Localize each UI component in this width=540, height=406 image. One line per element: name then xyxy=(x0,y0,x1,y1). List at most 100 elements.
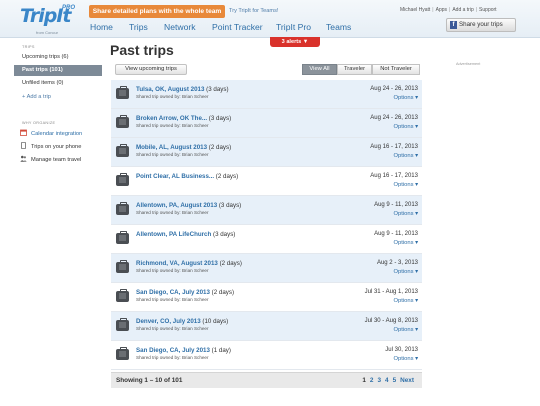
trip-row[interactable]: San Diego, CA, July 2013 (2 days) Shared… xyxy=(111,283,422,312)
sidebar-item-upcoming-trips[interactable]: Upcoming trips (6) xyxy=(14,52,102,63)
manage-team-travel-link[interactable]: Manage team travel xyxy=(20,155,81,163)
facebook-icon: f xyxy=(450,21,457,29)
pagination-bar: Showing 1 – 10 of 101 1 2 3 4 5 Next xyxy=(111,372,422,388)
trip-dates: Aug 9 - 11, 2013 xyxy=(374,202,418,208)
sidebar-item-past-trips[interactable]: Past trips (101) xyxy=(14,65,102,76)
trip-options-menu[interactable]: Options ▾ xyxy=(394,182,419,188)
trip-link[interactable]: San Diego, CA, July 2013 xyxy=(136,347,210,354)
tab-home[interactable]: Home xyxy=(90,22,113,32)
trip-owner: Shared trip owned by: Brian Scheer xyxy=(136,123,209,128)
view-upcoming-trips-button[interactable]: View upcoming trips xyxy=(115,64,187,75)
trip-owner: Shared trip owned by: Brian Scheer xyxy=(136,326,209,331)
trip-link[interactable]: Denver, CO, July 2013 xyxy=(136,318,201,325)
trips-on-phone-link[interactable]: Trips on your phone xyxy=(20,141,82,150)
tab-trips[interactable]: Trips xyxy=(129,22,148,32)
share-trips-label: Share your trips xyxy=(459,21,503,28)
trip-name: Allentown, PA, August 2013 (3 days) xyxy=(136,202,241,209)
filter-traveler[interactable]: Traveler xyxy=(337,64,372,75)
trip-row[interactable]: Denver, CO, July 2013 (10 days) Shared t… xyxy=(111,312,422,341)
trip-duration: (2 days) xyxy=(208,144,232,151)
trip-owner: Shared trip owned by: Brian Scheer xyxy=(136,268,209,273)
phone-icon xyxy=(20,141,27,150)
trip-duration: (10 days) xyxy=(202,318,229,325)
trip-owner: Shared trip owned by: Brian Scheer xyxy=(136,152,209,157)
support-link[interactable]: Support xyxy=(479,7,497,13)
trip-options-menu[interactable]: Options ▾ xyxy=(394,327,419,333)
trip-row[interactable]: Mobile, AL, August 2013 (2 days) Shared … xyxy=(111,138,422,167)
page-1[interactable]: 1 xyxy=(362,377,366,384)
pager: 1 2 3 4 5 Next xyxy=(358,377,414,384)
trip-row[interactable]: Point Clear, AL Business... (2 days) Aug… xyxy=(111,167,422,196)
organize-section-label: WHY ORGANIZE xyxy=(22,121,56,125)
suitcase-icon xyxy=(116,115,129,128)
calendar-integration-link[interactable]: Calendar integration xyxy=(20,129,82,137)
manage-team-travel-label: Manage team travel xyxy=(31,157,82,163)
suitcase-icon xyxy=(116,86,129,99)
trip-options-menu[interactable]: Options ▾ xyxy=(394,240,419,246)
page-4[interactable]: 4 xyxy=(385,377,389,384)
top-header: TripIt PRO from Concur Share detailed pl… xyxy=(0,0,540,38)
trip-link[interactable]: Mobile, AL, August 2013 xyxy=(136,144,207,151)
trip-link[interactable]: Broken Arrow, OK The... xyxy=(136,115,207,122)
trip-link[interactable]: Richmond, VA, August 2013 xyxy=(136,260,218,267)
tab-tripit-pro[interactable]: TripIt Pro xyxy=(276,22,311,32)
trip-row[interactable]: Allentown, PA LifeChurch (3 days) Aug 9 … xyxy=(111,225,422,254)
apps-link[interactable]: Apps xyxy=(436,7,447,13)
logo-pro-badge: PRO xyxy=(62,5,76,11)
page-3[interactable]: 3 xyxy=(377,377,381,384)
page-5[interactable]: 5 xyxy=(393,377,397,384)
page-2[interactable]: 2 xyxy=(370,377,374,384)
trip-dates: Jul 30, 2013 xyxy=(385,347,418,353)
suitcase-icon xyxy=(116,260,129,273)
tab-point-tracker[interactable]: Point Tracker xyxy=(212,22,263,32)
user-name-link[interactable]: Michael Hyatt xyxy=(400,7,430,13)
calendar-icon xyxy=(20,129,27,136)
trip-options-menu[interactable]: Options ▾ xyxy=(394,269,419,275)
filter-not-traveler[interactable]: Not Traveler xyxy=(372,64,420,75)
suitcase-icon xyxy=(116,347,129,360)
people-icon xyxy=(20,155,27,162)
tripit-logo[interactable]: TripIt PRO from Concur xyxy=(18,4,76,36)
try-teams-link[interactable]: Try TripIt for Teams! xyxy=(229,8,278,14)
alerts-badge[interactable]: 3 alerts ▼ xyxy=(270,37,320,47)
trip-name: Denver, CO, July 2013 (10 days) xyxy=(136,318,228,325)
add-trip-sidebar-link[interactable]: + Add a trip xyxy=(22,94,51,100)
trip-dates: Aug 24 - 26, 2013 xyxy=(370,115,418,121)
tab-teams[interactable]: Teams xyxy=(326,22,351,32)
trip-row[interactable]: Allentown, PA, August 2013 (3 days) Shar… xyxy=(111,196,422,225)
trip-owner: Shared trip owned by: Brian Scheer xyxy=(136,297,209,302)
trip-options-menu[interactable]: Options ▾ xyxy=(394,95,419,101)
add-trip-link[interactable]: Add a trip xyxy=(452,7,473,13)
trip-owner: Shared trip owned by: Brian Scheer xyxy=(136,210,209,215)
trip-dates: Jul 31 - Aug 1, 2013 xyxy=(364,289,418,295)
sidebar-item-unfiled-items[interactable]: Unfiled items (0) xyxy=(14,78,102,89)
share-plans-promo-button[interactable]: Share detailed plans with the whole team xyxy=(89,5,225,18)
trip-row[interactable]: Broken Arrow, OK The... (3 days) Shared … xyxy=(111,109,422,138)
trip-duration: (3 days) xyxy=(218,202,242,209)
suitcase-icon xyxy=(116,202,129,215)
trip-duration: (3 days) xyxy=(213,231,236,238)
trip-row[interactable]: Richmond, VA, August 2013 (2 days) Share… xyxy=(111,254,422,283)
trip-duration: (2 days) xyxy=(215,173,239,180)
share-trips-button[interactable]: f Share your trips xyxy=(446,18,516,32)
trip-name: San Diego, CA, July 2013 (1 day) xyxy=(136,347,231,354)
trip-options-menu[interactable]: Options ▾ xyxy=(394,211,419,217)
trip-owner: Shared trip owned by: Brian Scheer xyxy=(136,94,209,99)
trip-link[interactable]: Allentown, PA, August 2013 xyxy=(136,202,217,209)
calendar-integration-label: Calendar integration xyxy=(31,131,83,137)
tab-network[interactable]: Network xyxy=(164,22,196,32)
user-links: Michael Hyatt | Apps | Add a trip | Support xyxy=(400,7,497,13)
trip-row[interactable]: San Diego, CA, July 2013 (1 day) Shared … xyxy=(111,341,422,370)
trip-options-menu[interactable]: Options ▾ xyxy=(394,356,419,362)
trip-link[interactable]: San Diego, CA, July 2013 xyxy=(136,289,210,296)
trip-link[interactable]: Allentown, PA LifeChurch xyxy=(136,231,211,238)
trip-options-menu[interactable]: Options ▾ xyxy=(394,298,419,304)
next-page-link[interactable]: Next xyxy=(400,377,414,384)
trip-options-menu[interactable]: Options ▾ xyxy=(394,153,419,159)
trip-options-menu[interactable]: Options ▾ xyxy=(394,124,419,130)
trip-link[interactable]: Tulsa, OK, August 2013 xyxy=(136,86,204,93)
filter-view-all[interactable]: View All xyxy=(302,64,337,75)
trip-link[interactable]: Point Clear, AL Business... xyxy=(136,173,214,180)
trip-row[interactable]: Tulsa, OK, August 2013 (3 days) Shared t… xyxy=(111,80,422,109)
trips-on-phone-label: Trips on your phone xyxy=(31,144,82,150)
